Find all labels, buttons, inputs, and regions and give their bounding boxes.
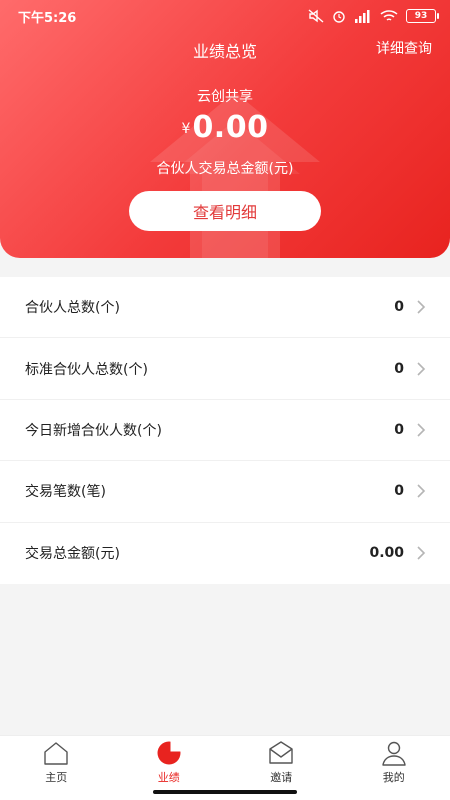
chevron-right-icon <box>417 362 426 376</box>
stat-value: 0 <box>394 483 404 500</box>
signal-icon <box>355 10 370 23</box>
pie-chart-icon <box>157 740 182 765</box>
performance-header: 下午5:26 93 业绩总览 详细查询 云创共享 ¥0.00 合伙人交易总金额(… <box>0 0 450 258</box>
stat-value: 0 <box>394 421 404 438</box>
view-details-button[interactable]: 查看明细 <box>129 191 321 231</box>
stat-row-transaction-amount[interactable]: 交易总金额(元) 0.00 <box>0 523 450 584</box>
home-icon <box>44 742 68 765</box>
status-icons: 93 <box>308 9 439 23</box>
tab-home[interactable]: 主页 <box>0 736 113 800</box>
stat-value: 0 <box>394 299 404 316</box>
stat-row-new-partners-today[interactable]: 今日新增合伙人数(个) 0 <box>0 400 450 462</box>
company-name: 云创共享 <box>197 89 253 105</box>
stat-label: 交易笔数(笔) <box>25 484 106 501</box>
tab-label: 我的 <box>382 771 405 784</box>
tab-mine[interactable]: 我的 <box>338 736 450 800</box>
chevron-right-icon <box>417 300 426 314</box>
amount-label: 合伙人交易总金额(元) <box>156 161 294 177</box>
stat-value: 0.00 <box>369 545 404 562</box>
tab-label: 邀请 <box>270 771 293 784</box>
stat-label: 标准合伙人总数(个) <box>25 361 148 378</box>
stat-label: 今日新增合伙人数(个) <box>25 422 162 439</box>
screen: 下午5:26 93 业绩总览 详细查询 云创共享 ¥0.00 合伙人交易总金额(… <box>0 0 450 800</box>
stat-label: 交易总金额(元) <box>25 546 120 563</box>
amount-value: 0.00 <box>192 110 269 145</box>
tab-label: 主页 <box>45 771 68 784</box>
tab-label: 业绩 <box>157 771 180 784</box>
stat-row-partners[interactable]: 合伙人总数(个) 0 <box>0 277 450 339</box>
stat-row-standard-partners[interactable]: 标准合伙人总数(个) 0 <box>0 338 450 400</box>
envelope-icon <box>269 741 293 764</box>
status-time: 下午5:26 <box>18 10 77 26</box>
mute-icon <box>308 9 324 23</box>
alarm-icon <box>333 11 345 23</box>
user-icon <box>382 741 406 766</box>
stat-value: 0 <box>394 360 404 377</box>
stats-list: 合伙人总数(个) 0 标准合伙人总数(个) 0 今日新增合伙人数(个) 0 交易… <box>0 277 450 584</box>
status-bar: 下午5:26 93 <box>0 0 450 32</box>
home-indicator[interactable] <box>153 790 297 794</box>
chevron-right-icon <box>417 484 426 498</box>
chevron-right-icon <box>417 423 426 437</box>
currency-symbol: ¥ <box>181 121 191 137</box>
chevron-right-icon <box>417 546 426 560</box>
battery-indicator: 93 <box>406 9 439 23</box>
stat-label: 合伙人总数(个) <box>25 300 120 317</box>
wifi-icon <box>380 10 398 21</box>
detail-query-link[interactable]: 详细查询 <box>376 38 432 58</box>
total-amount: ¥0.00 <box>0 110 450 145</box>
stat-row-transaction-count[interactable]: 交易笔数(笔) 0 <box>0 461 450 523</box>
